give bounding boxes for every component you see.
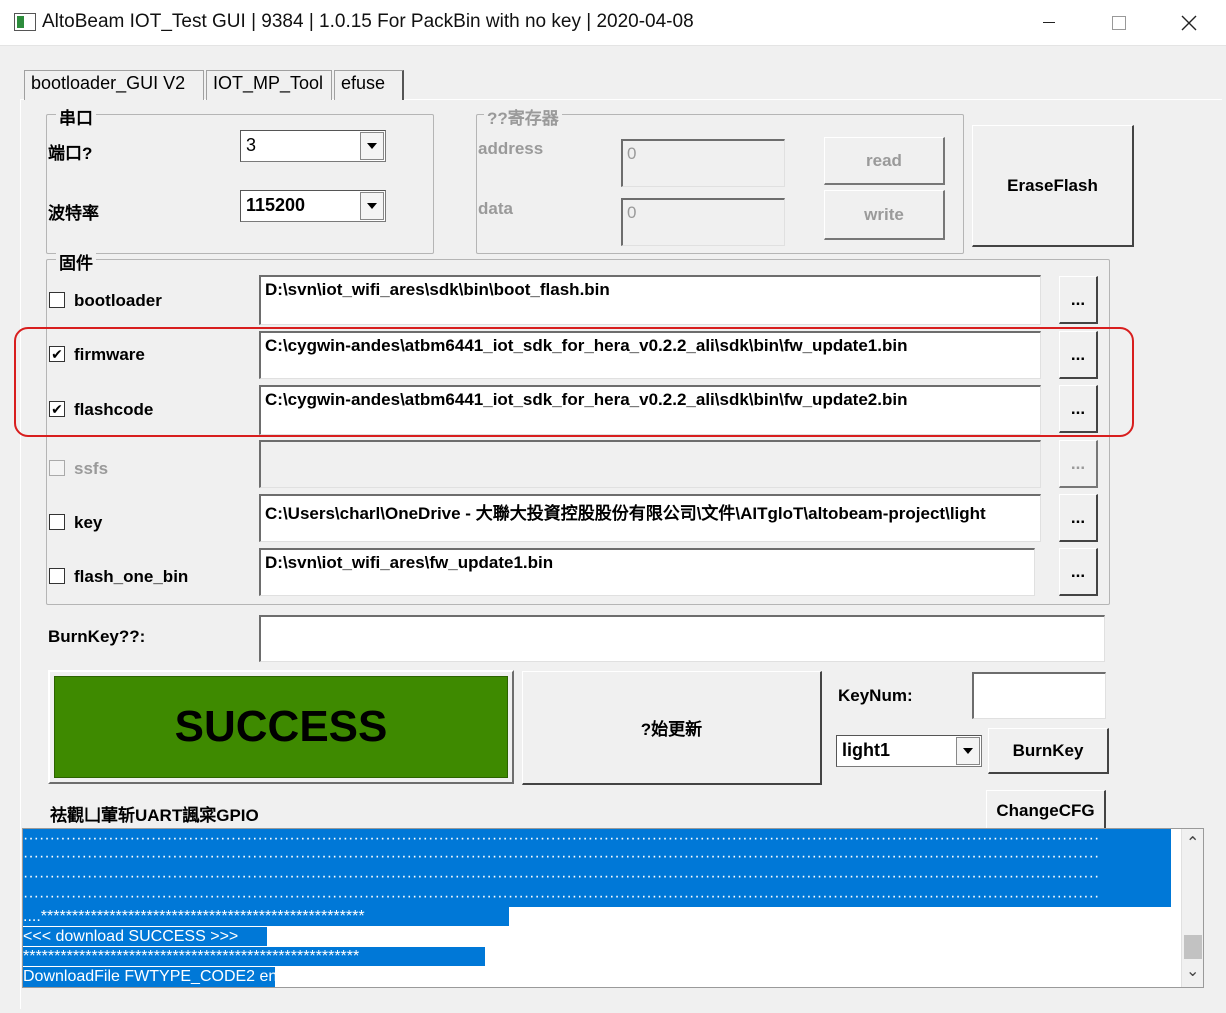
register-group-title: ??寄存器 bbox=[484, 104, 562, 129]
port-value: 3 bbox=[246, 135, 257, 155]
tab-label: efuse bbox=[341, 73, 386, 93]
minimize-button[interactable] bbox=[1014, 0, 1084, 46]
log-line: ****************************************… bbox=[23, 947, 485, 966]
keynum-field[interactable] bbox=[972, 672, 1106, 719]
key-label: key bbox=[74, 513, 103, 532]
title-bar[interactable]: AltoBeam IOT_Test GUI | 9384 | 1.0.15 Fo… bbox=[0, 0, 1226, 46]
ssfs-browse-button[interactable]: ... bbox=[1059, 440, 1098, 488]
write-button[interactable]: write bbox=[824, 190, 945, 240]
log-line: ....************************************… bbox=[23, 907, 509, 926]
data-field[interactable]: 0 bbox=[621, 198, 785, 246]
baud-value: 115200 bbox=[246, 195, 306, 215]
address-field[interactable]: 0 bbox=[621, 139, 785, 187]
close-icon bbox=[1181, 15, 1197, 31]
maximize-button[interactable] bbox=[1084, 0, 1154, 46]
baud-combo[interactable]: 115200 bbox=[240, 190, 386, 222]
chevron-down-icon[interactable] bbox=[360, 192, 384, 220]
keynum-label: KeyNum: bbox=[838, 686, 913, 705]
ssfs-path-field[interactable] bbox=[259, 440, 1041, 488]
minimize-icon bbox=[1043, 22, 1055, 23]
firmware-group-title: 固件 bbox=[56, 249, 96, 274]
bootloader-checkbox[interactable] bbox=[49, 292, 65, 308]
log-line: ········································… bbox=[23, 867, 1171, 887]
window-title: AltoBeam IOT_Test GUI | 9384 | 1.0.15 Fo… bbox=[42, 11, 694, 32]
baud-label: 波特率 bbox=[48, 204, 99, 223]
flash-one-bin-path: D:\svn\iot_wifi_ares\fw_update1.bin bbox=[265, 553, 554, 572]
tab-label: IOT_MP_Tool bbox=[213, 73, 324, 93]
bootloader-path-field[interactable]: D:\svn\iot_wifi_ares\sdk\bin\boot_flash.… bbox=[259, 275, 1041, 325]
erase-flash-button[interactable]: EraseFlash bbox=[972, 125, 1134, 247]
tab-iot-mp-tool[interactable]: IOT_MP_Tool bbox=[206, 70, 332, 100]
app-icon bbox=[14, 13, 36, 31]
serial-group-title: 串口 bbox=[56, 104, 96, 129]
ssfs-label: ssfs bbox=[74, 459, 109, 478]
log-line: <<< download SUCCESS >>> bbox=[23, 927, 267, 946]
key-checkbox[interactable] bbox=[49, 514, 65, 530]
log-line: ········································… bbox=[23, 829, 1171, 847]
log-line: ········································… bbox=[23, 887, 1171, 907]
address-label: address bbox=[478, 139, 544, 158]
maximize-icon bbox=[1112, 16, 1126, 30]
key-path-field[interactable]: C:\Users\charl\OneDrive - 大聯大投資控股股份有限公司\… bbox=[259, 494, 1041, 542]
burnkey-field[interactable] bbox=[259, 615, 1105, 662]
ssfs-checkbox[interactable] bbox=[49, 460, 65, 476]
port-combo[interactable]: 3 bbox=[240, 130, 386, 162]
port-label: 端口? bbox=[48, 144, 93, 163]
change-cfg-button[interactable]: ChangeCFG bbox=[986, 790, 1106, 832]
tab-efuse[interactable]: efuse bbox=[334, 70, 404, 100]
bootloader-browse-button[interactable]: ... bbox=[1059, 276, 1098, 324]
flash-one-bin-checkbox[interactable] bbox=[49, 568, 65, 584]
scrollbar-thumb[interactable] bbox=[1184, 935, 1202, 959]
key-select-combo[interactable]: light1 bbox=[836, 735, 982, 767]
tab-bootloader-gui[interactable]: bootloader_GUI V2 bbox=[24, 70, 204, 100]
read-button[interactable]: read bbox=[824, 137, 945, 185]
scroll-up-icon[interactable]: ⌃ bbox=[1186, 833, 1199, 853]
gpio-label: 祛觀凵葷斩UART諷寀GPIO bbox=[50, 806, 259, 825]
tab-label: bootloader_GUI V2 bbox=[31, 73, 186, 93]
data-value: 0 bbox=[627, 203, 637, 222]
status-text: SUCCESS bbox=[54, 676, 508, 778]
flash-one-bin-label: flash_one_bin bbox=[74, 567, 189, 586]
status-panel: SUCCESS bbox=[48, 670, 514, 784]
highlight-annotation bbox=[14, 327, 1134, 437]
log-scrollbar[interactable]: ⌃ ⌄ bbox=[1181, 829, 1203, 987]
key-path: C:\Users\charl\OneDrive - 大聯大投資控股股份有限公司\… bbox=[265, 504, 986, 523]
log-line: DownloadFile FWTYPE_CODE2 end bbox=[23, 967, 275, 987]
start-update-button[interactable]: ?始更新 bbox=[522, 671, 822, 785]
data-label: data bbox=[478, 199, 513, 218]
close-button[interactable] bbox=[1154, 0, 1224, 46]
log-line: ········································… bbox=[23, 847, 1171, 867]
scroll-down-icon[interactable]: ⌄ bbox=[1186, 961, 1199, 981]
chevron-down-icon[interactable] bbox=[360, 132, 384, 160]
flash-one-bin-path-field[interactable]: D:\svn\iot_wifi_ares\fw_update1.bin bbox=[259, 548, 1035, 596]
bootloader-path: D:\svn\iot_wifi_ares\sdk\bin\boot_flash.… bbox=[265, 280, 610, 299]
key-select-value: light1 bbox=[842, 740, 890, 760]
burnkey-button[interactable]: BurnKey bbox=[988, 728, 1109, 774]
chevron-down-icon[interactable] bbox=[956, 737, 980, 765]
key-browse-button[interactable]: ... bbox=[1059, 494, 1098, 542]
log-textbox[interactable]: ········································… bbox=[22, 828, 1204, 988]
burnkey-label: BurnKey??: bbox=[48, 627, 146, 646]
flash-one-bin-browse-button[interactable]: ... bbox=[1059, 548, 1098, 596]
bootloader-label: bootloader bbox=[74, 291, 162, 310]
address-value: 0 bbox=[627, 144, 637, 163]
